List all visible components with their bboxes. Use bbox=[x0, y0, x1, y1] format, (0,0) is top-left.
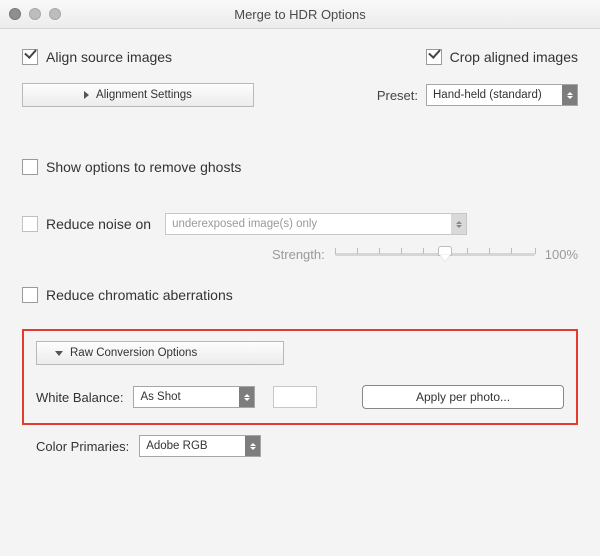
window-titlebar: Merge to HDR Options bbox=[0, 0, 600, 29]
raw-conversion-options-button[interactable]: Raw Conversion Options bbox=[36, 341, 284, 365]
white-balance-select[interactable]: As Shot bbox=[133, 386, 255, 408]
chevron-down-icon bbox=[55, 351, 63, 356]
strength-slider[interactable] bbox=[335, 245, 535, 263]
reduce-noise-checkbox[interactable] bbox=[22, 216, 38, 232]
color-primaries-label: Color Primaries: bbox=[36, 439, 129, 454]
alignment-settings-label: Alignment Settings bbox=[96, 89, 192, 101]
preset-value: Hand-held (standard) bbox=[427, 89, 562, 101]
apply-per-photo-button[interactable]: Apply per photo... bbox=[362, 385, 564, 409]
select-caret-icon bbox=[451, 214, 466, 234]
alignment-settings-button[interactable]: Alignment Settings bbox=[22, 83, 254, 107]
select-caret-icon bbox=[239, 387, 254, 407]
raw-conversion-options-label: Raw Conversion Options bbox=[70, 347, 197, 359]
slider-thumb[interactable] bbox=[438, 246, 452, 262]
apply-per-photo-label: Apply per photo... bbox=[416, 390, 510, 404]
reduce-chromatic-label: Reduce chromatic aberrations bbox=[46, 287, 233, 303]
align-source-images-label: Align source images bbox=[46, 49, 172, 65]
reduce-noise-scope-select[interactable]: underexposed image(s) only bbox=[165, 213, 467, 235]
color-primaries-value: Adobe RGB bbox=[140, 440, 245, 452]
crop-aligned-images-label: Crop aligned images bbox=[450, 49, 578, 65]
reduce-noise-scope-value: underexposed image(s) only bbox=[166, 218, 451, 230]
color-primaries-select[interactable]: Adobe RGB bbox=[139, 435, 261, 457]
zoom-icon[interactable] bbox=[49, 8, 61, 20]
raw-conversion-highlight: Raw Conversion Options White Balance: As… bbox=[22, 329, 578, 425]
reduce-chromatic-checkbox[interactable] bbox=[22, 287, 38, 303]
align-source-images-checkbox[interactable] bbox=[22, 49, 38, 65]
crop-aligned-images-checkbox[interactable] bbox=[426, 49, 442, 65]
minimize-icon[interactable] bbox=[29, 8, 41, 20]
window-traffic-lights bbox=[9, 8, 61, 20]
reduce-noise-label: Reduce noise on bbox=[46, 216, 151, 232]
slider-track bbox=[335, 253, 535, 256]
white-balance-value: As Shot bbox=[134, 391, 239, 403]
preset-select[interactable]: Hand-held (standard) bbox=[426, 84, 578, 106]
white-balance-input[interactable] bbox=[273, 386, 317, 408]
show-ghost-options-checkbox[interactable] bbox=[22, 159, 38, 175]
white-balance-label: White Balance: bbox=[36, 390, 123, 405]
strength-label: Strength: bbox=[272, 247, 325, 262]
close-icon[interactable] bbox=[9, 8, 21, 20]
show-ghost-options-label: Show options to remove ghosts bbox=[46, 159, 241, 175]
strength-value: 100% bbox=[545, 247, 578, 262]
select-caret-icon bbox=[562, 85, 577, 105]
window-title: Merge to HDR Options bbox=[0, 7, 600, 22]
preset-label: Preset: bbox=[377, 88, 418, 103]
select-caret-icon bbox=[245, 436, 260, 456]
chevron-right-icon bbox=[84, 91, 89, 99]
